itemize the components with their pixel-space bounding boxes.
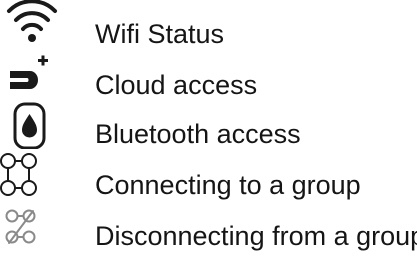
group-disconnect-icon — [0, 203, 62, 251]
wifi-icon — [0, 0, 62, 48]
group-connect-icon — [0, 151, 62, 199]
legend-item-bluetooth: Bluetooth access — [0, 101, 417, 149]
bluetooth-drop-icon — [0, 101, 62, 149]
legend-item-group-connect: Connecting to a group — [0, 151, 417, 199]
legend-item-label: Wifi Status — [95, 19, 225, 49]
legend-item-label: Cloud access — [95, 70, 258, 100]
cloud-access-icon — [0, 48, 62, 96]
icon-legend: Wifi Status Cloud access Bluetooth acces… — [0, 0, 417, 257]
legend-item-cloud-access: Cloud access — [0, 48, 417, 100]
legend-item-wifi: Wifi Status — [0, 0, 417, 48]
legend-item-label: Disconnecting from a group — [95, 221, 417, 251]
legend-item-label: Connecting to a group — [95, 170, 361, 200]
legend-item-label: Bluetooth access — [95, 119, 301, 149]
legend-item-group-disconnect: Disconnecting from a group — [0, 203, 417, 251]
